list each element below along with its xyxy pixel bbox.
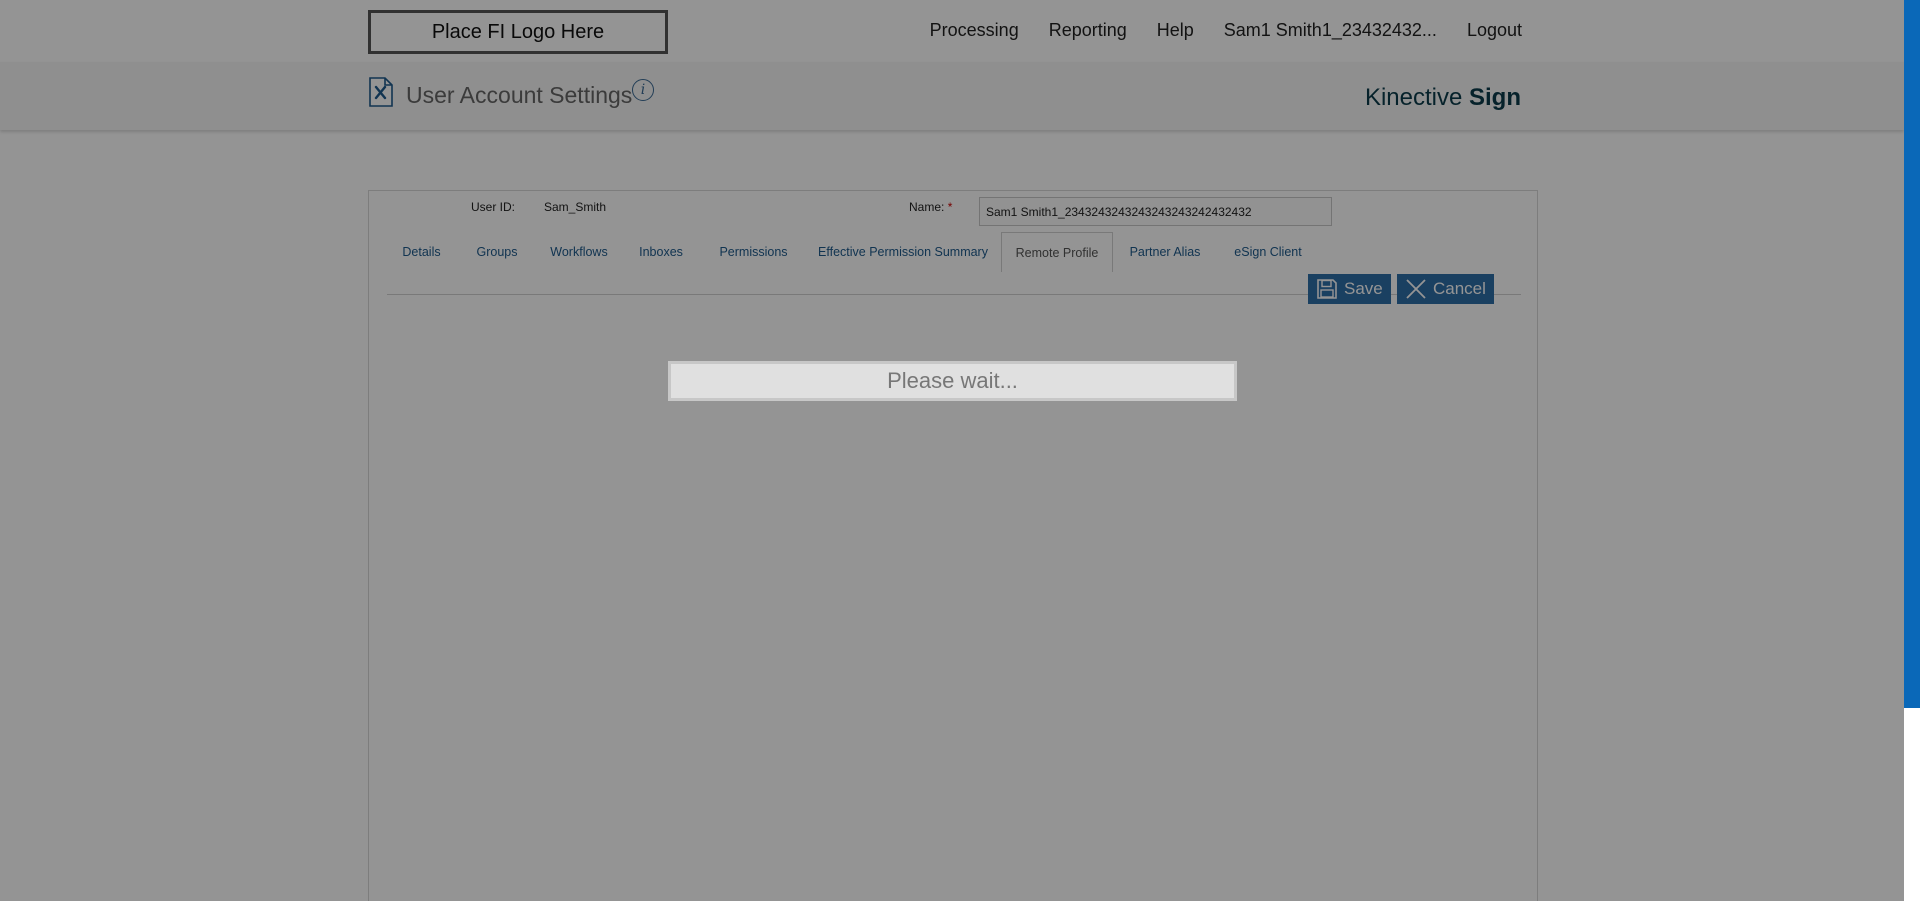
- loading-overlay: [0, 0, 1904, 901]
- vertical-scrollbar[interactable]: [1904, 0, 1920, 901]
- please-wait-dialog: Please wait...: [668, 361, 1237, 401]
- scrollbar-thumb[interactable]: [1904, 0, 1920, 708]
- page: Place FI Logo Here Processing Reporting …: [0, 0, 1904, 901]
